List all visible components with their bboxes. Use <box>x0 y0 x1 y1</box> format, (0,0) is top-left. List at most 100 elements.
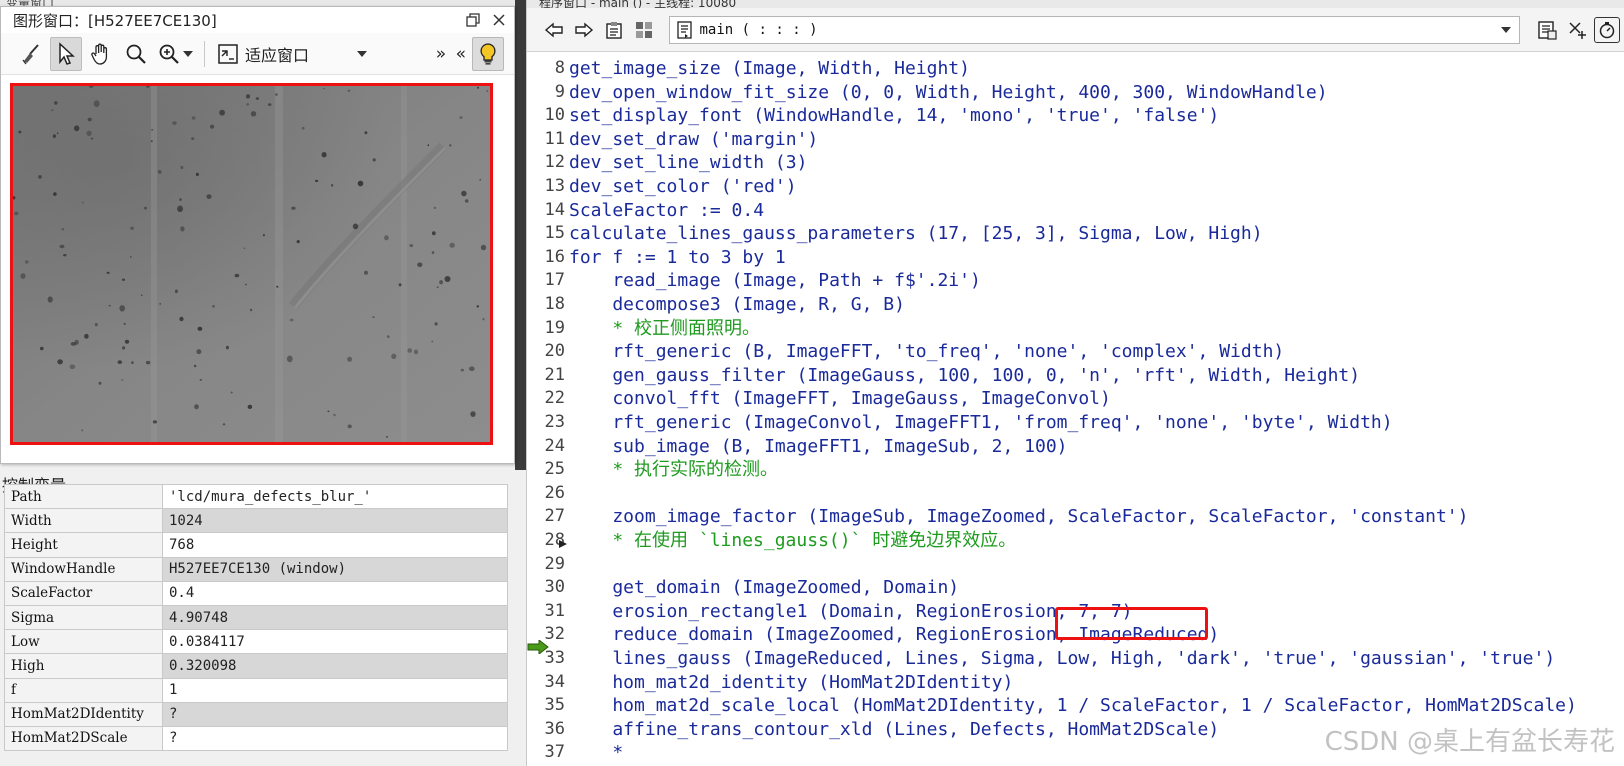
code-editor[interactable]: 8 get_image_size (Image, Width, Height) 9 d… <box>527 56 1624 766</box>
code-line[interactable]: 14 ScaleFactor := 0.4 <box>527 199 1624 223</box>
pointer-icon[interactable] <box>50 36 82 71</box>
defect-spot <box>195 172 199 177</box>
variable-row[interactable]: Path'lcd/mura_defects_blur_' <box>4 483 508 510</box>
code-line[interactable]: 20 rft_generic (B, ImageFFT, 'to_freq', … <box>527 340 1624 364</box>
code-statement: * <box>569 742 624 764</box>
program-window: 程序窗口 - main () - 主线程: 10080 main ( : : :… <box>526 0 1624 766</box>
fit-window-dropdown[interactable]: 适应窗口 <box>211 37 373 71</box>
clear-broom-icon[interactable] <box>15 37 47 71</box>
defect-spot <box>427 144 430 147</box>
code-comment: * 校正侧面照明。 <box>569 317 761 339</box>
fit-window-label: 适应窗口 <box>245 45 310 65</box>
variable-row[interactable]: Height 768 <box>4 532 508 558</box>
forward-arrow-icon[interactable] <box>571 17 597 43</box>
variable-row[interactable]: High 0.320098 <box>4 653 508 679</box>
back-arrow-icon[interactable] <box>541 17 567 43</box>
tool-icon[interactable] <box>1564 17 1590 43</box>
defect-spot <box>193 364 197 368</box>
code-line[interactable]: 26 <box>527 482 1624 506</box>
defect-spot <box>436 286 439 288</box>
zoom-in-icon[interactable] <box>155 37 195 71</box>
code-line[interactable]: 28 * 在使用 `lines_gauss()` 时避免边界效应。 <box>527 529 1624 553</box>
variable-name: High <box>4 653 163 679</box>
variable-row[interactable]: WindowHandle H527EE7CE130 (window) <box>4 556 508 582</box>
procedure-select[interactable]: main ( : : : ) <box>668 15 1521 44</box>
code-statement: convol_fft (ImageFFT, ImageGauss, ImageC… <box>569 388 1111 410</box>
close-icon[interactable] <box>488 9 510 31</box>
defect-spot <box>247 404 253 409</box>
graphics-window-titlebar[interactable]: 图形窗口：[H527EE7CE130] <box>1 7 514 33</box>
line-number: 31 <box>544 600 565 621</box>
code-line[interactable]: 19 * 校正侧面照明。 <box>527 317 1624 341</box>
code-line[interactable]: 25 * 执行实际的检测。 <box>527 458 1624 482</box>
code-line[interactable]: 29 <box>527 553 1624 577</box>
app-root: 变量窗口 图形窗口：[H527EE7CE130] 适应窗口 » « Path '… <box>0 0 1624 766</box>
code-line[interactable]: 35 hom_mat2d_scale_local (HomMat2DIdenti… <box>527 694 1624 718</box>
code-line[interactable]: 9 dev_open_window_fit_size (0, 0, Width, … <box>527 81 1624 105</box>
pan-hand-icon[interactable] <box>85 37 117 71</box>
defect-spot <box>444 276 451 282</box>
code-line[interactable]: 11 dev_set_draw ('margin') <box>527 128 1624 152</box>
defect-spot <box>145 360 151 365</box>
zoom-dropdown-caret[interactable] <box>182 50 193 57</box>
code-line[interactable]: 27 zoom_image_factor (ImageSub, ImageZoo… <box>527 505 1624 529</box>
lightbulb-icon[interactable] <box>472 36 504 71</box>
defect-spot <box>108 304 111 307</box>
graphics-window[interactable]: 图形窗口：[H527EE7CE130] 适应窗口 » « <box>0 6 515 464</box>
procedure-edit-icon[interactable] <box>1534 17 1560 43</box>
magnify-icon[interactable] <box>120 37 152 71</box>
code-line[interactable]: 16 for f := 1 to 3 by 1 <box>527 246 1624 270</box>
line-number: 37 <box>544 742 565 763</box>
defect-spot <box>464 199 469 203</box>
code-line[interactable]: 22 convol_fft (ImageFFT, ImageGauss, Ima… <box>527 387 1624 411</box>
defect-spot <box>20 273 26 279</box>
code-line[interactable]: 30 get_domain (ImageZoomed, Domain) <box>527 576 1624 600</box>
code-statement: dev_open_window_fit_size (0, 0, Width, H… <box>569 81 1328 103</box>
variable-row[interactable]: Width 1024 <box>4 508 508 534</box>
line-number: 10 <box>544 105 565 126</box>
variable-row[interactable]: HomMat2DScale? <box>4 725 508 752</box>
code-line[interactable]: 12 dev_set_line_width (3) <box>527 151 1624 175</box>
timer-icon[interactable] <box>1594 16 1621 43</box>
code-line[interactable]: 23 rft_generic (ImageConvol, ImageFFT1, … <box>527 411 1624 435</box>
code-line[interactable]: 24 sub_image (B, ImageFFT1, ImageSub, 2,… <box>527 435 1624 459</box>
variable-name: HomMat2DScale <box>4 725 163 752</box>
defect-spot <box>276 285 279 288</box>
variable-row[interactable]: f1 <box>4 677 508 703</box>
defect-spot <box>196 349 202 355</box>
image-display[interactable] <box>10 83 493 445</box>
line-number: 22 <box>544 388 565 409</box>
variable-value: 0.4 <box>162 580 508 606</box>
program-window-strip: 程序窗口 - main () - 主线程: 10080 <box>527 0 1624 8</box>
restore-icon[interactable] <box>462 9 484 31</box>
code-line[interactable]: 21 gen_gauss_filter (ImageGauss, 100, 10… <box>527 364 1624 388</box>
fit-window-icon <box>218 43 238 64</box>
defect-spot <box>286 355 293 363</box>
clipboard-icon[interactable] <box>601 17 627 43</box>
line-number: 35 <box>544 695 565 716</box>
code-line[interactable]: 18 decompose3 (Image, R, G, B) <box>527 293 1624 317</box>
code-statement: ScaleFactor := 0.4 <box>569 199 765 221</box>
code-line[interactable]: 33 lines_gauss (ImageReduced, Lines, Sig… <box>527 647 1624 671</box>
defect-spot <box>433 206 437 209</box>
code-line[interactable]: 17 read_image (Image, Path + f$'.2i') <box>527 269 1624 293</box>
code-line[interactable]: 34 hom_mat2d_identity (HomMat2DIdentity) <box>527 671 1624 695</box>
defect-spot <box>174 289 178 294</box>
variable-row[interactable]: Low 0.0384117 <box>4 629 508 655</box>
variable-name: Path <box>4 483 163 510</box>
grid-icon[interactable] <box>631 17 657 43</box>
defect-spot <box>250 308 253 312</box>
code-line[interactable]: 8 get_image_size (Image, Width, Height) <box>527 57 1624 81</box>
defect-spot <box>243 247 246 250</box>
code-line[interactable]: 15 calculate_lines_gauss_parameters (17, … <box>527 222 1624 246</box>
variable-row[interactable]: HomMat2DIdentity? <box>4 701 508 727</box>
code-line[interactable]: 13 dev_set_color ('red') <box>527 175 1624 199</box>
line-number: 25 <box>544 459 565 480</box>
toolbar-overflow-arrows[interactable]: » « <box>436 44 468 64</box>
code-line[interactable]: 10 set_display_font (WindowHandle, 14, 'm… <box>527 104 1624 128</box>
defect-spot <box>219 109 226 116</box>
variable-row[interactable]: ScaleFactor 0.4 <box>4 580 508 606</box>
code-comment: * 执行实际的检测。 <box>569 459 779 481</box>
defect-spot <box>460 368 464 372</box>
variable-row[interactable]: Sigma 4.90748 <box>4 604 508 631</box>
